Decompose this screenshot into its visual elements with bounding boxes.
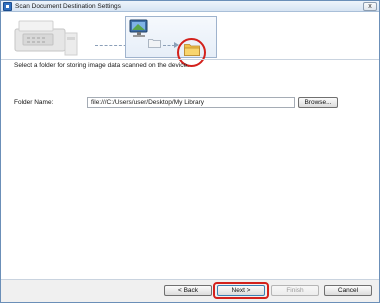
title-bar[interactable]: Scan Document Destination Settings x bbox=[1, 1, 379, 12]
back-button[interactable]: < Back bbox=[164, 285, 212, 296]
browse-button[interactable]: Browse... bbox=[298, 97, 338, 108]
finish-button: Finish bbox=[271, 285, 319, 296]
divider bbox=[1, 59, 379, 60]
window-title: Scan Document Destination Settings bbox=[15, 3, 121, 10]
app-icon bbox=[3, 2, 12, 11]
next-button-highlight bbox=[213, 282, 269, 299]
instruction-text: Select a folder for storing image data s… bbox=[14, 62, 189, 69]
folder-name-label: Folder Name: bbox=[14, 99, 54, 106]
scanner-icon bbox=[14, 20, 78, 56]
folder-name-input[interactable] bbox=[87, 97, 295, 108]
illustration-banner bbox=[1, 13, 379, 67]
scan-destination-dialog: Scan Document Destination Settings x Sel… bbox=[0, 0, 380, 303]
close-button[interactable]: x bbox=[363, 2, 377, 11]
cancel-button[interactable]: Cancel bbox=[324, 285, 372, 296]
computer-monitor-icon bbox=[129, 19, 148, 37]
folder-icon bbox=[148, 39, 161, 48]
